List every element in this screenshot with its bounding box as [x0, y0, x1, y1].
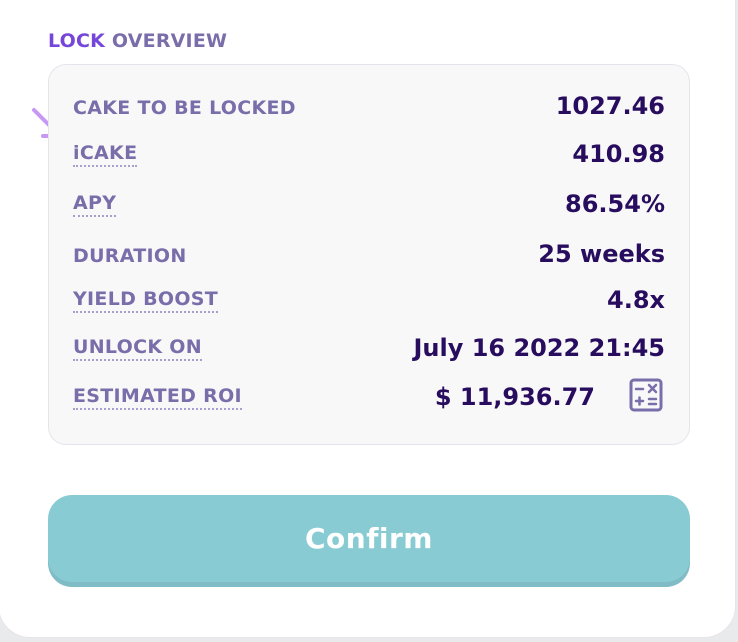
value-duration: 25 weeks [538, 240, 665, 268]
label-icake[interactable]: iCAKE [73, 142, 138, 167]
value-yield-boost: 4.8x [607, 286, 665, 314]
lock-overview-title: LOCK OVERVIEW [48, 30, 227, 52]
label-duration: DURATION [73, 245, 187, 267]
title-rest: OVERVIEW [111, 30, 228, 52]
row-duration: DURATION 25 weeks [73, 235, 665, 275]
label-estimated-roi[interactable]: ESTIMATED ROI [73, 385, 242, 410]
row-estimated-roi: ESTIMATED ROI $ 11,936.77 [73, 378, 665, 418]
row-cake-to-be-locked: CAKE TO BE LOCKED 1027.46 [73, 87, 665, 127]
value-icake: 410.98 [572, 140, 665, 168]
value-unlock-on: July 16 2022 21:45 [413, 334, 665, 362]
row-apy: APY 86.54% [73, 185, 665, 225]
confirm-button[interactable]: Confirm [48, 495, 690, 587]
lock-overview-card: CAKE TO BE LOCKED 1027.46 iCAKE 410.98 A… [48, 64, 690, 445]
value-apy: 86.54% [565, 190, 665, 218]
row-icake: iCAKE 410.98 [73, 135, 665, 175]
label-cake-to-be-locked: CAKE TO BE LOCKED [73, 97, 296, 119]
value-estimated-roi: $ 11,936.77 [434, 383, 595, 411]
calculator-icon[interactable] [629, 378, 663, 412]
title-accent: LOCK [48, 30, 106, 52]
label-apy[interactable]: APY [73, 192, 117, 217]
label-yield-boost[interactable]: YIELD BOOST [73, 288, 219, 313]
label-unlock-on[interactable]: UNLOCK ON [73, 336, 202, 361]
row-yield-boost: YIELD BOOST 4.8x [73, 281, 665, 321]
value-cake-to-be-locked: 1027.46 [555, 92, 665, 120]
row-unlock-on: UNLOCK ON July 16 2022 21:45 [73, 329, 665, 369]
